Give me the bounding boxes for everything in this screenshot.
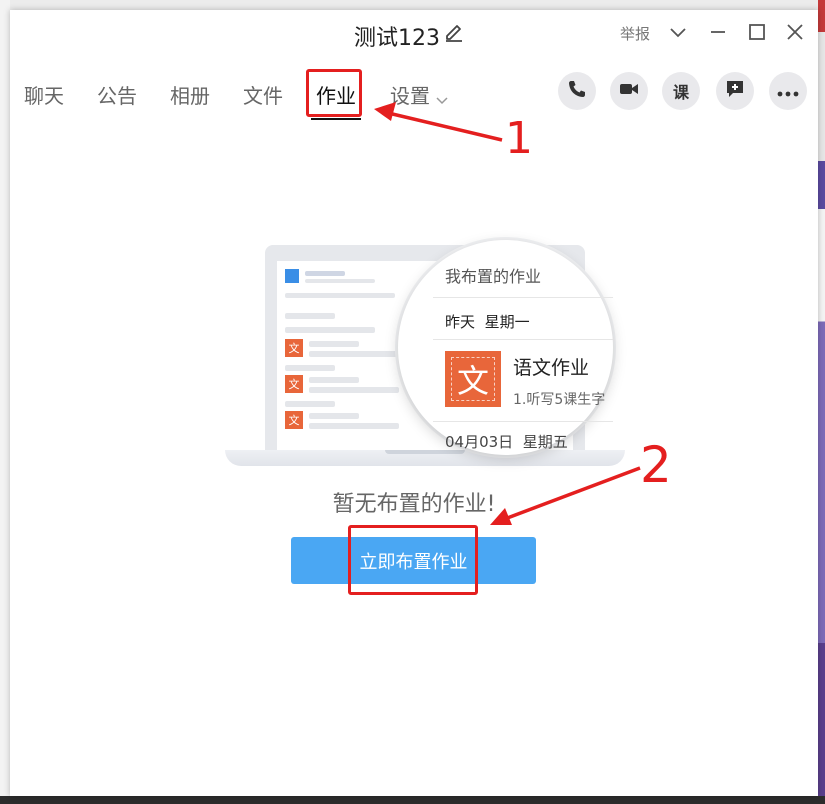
mini-line: [285, 401, 335, 407]
mini-line: [309, 351, 399, 357]
mini-line: [309, 341, 359, 347]
annotation-box-homework-tab: [306, 69, 362, 117]
homework-subject-icon: 文: [445, 351, 501, 407]
mini-homework-icon: 文: [285, 375, 303, 393]
video-call-button[interactable]: [610, 72, 648, 110]
date-label: 昨天: [445, 313, 476, 331]
call-button[interactable]: [558, 72, 596, 110]
tab-chat[interactable]: 聊天: [24, 80, 64, 109]
title-bar: 测试123 举报: [10, 10, 818, 54]
divider: [433, 339, 613, 340]
mini-homework-icon: 文: [285, 411, 303, 429]
add-comment-button[interactable]: [716, 72, 754, 110]
taskbar: [0, 796, 825, 804]
active-tab-indicator: [311, 118, 361, 120]
divider: [433, 297, 613, 298]
mini-homework-icon: 文: [285, 339, 303, 357]
empty-state-message: 暂无布置的作业!: [332, 492, 496, 517]
second-date-label: 04月03日: [445, 433, 514, 451]
desktop-background-left: [0, 0, 10, 804]
weekday-label: 星期一: [484, 313, 530, 331]
mini-line: [309, 423, 399, 429]
mini-line: [309, 387, 399, 393]
divider: [433, 421, 613, 422]
desktop-background-right: [818, 0, 825, 804]
report-link[interactable]: 举报: [620, 23, 650, 44]
tab-album[interactable]: 相册: [170, 80, 210, 109]
course-icon: 课: [672, 83, 689, 102]
subject-char: 文: [451, 357, 495, 401]
add-comment-icon: [724, 78, 746, 104]
homework-subject-title: 语文作业: [513, 357, 590, 379]
annotation-box-assign-button: [348, 525, 478, 595]
mini-line: [285, 313, 335, 319]
second-weekday-label: 星期五: [522, 433, 568, 451]
group-window: 测试123 举报 聊天 公告 相册 文件 作业 设置 课 文 文 文 我布置的作…: [10, 10, 818, 796]
edit-icon[interactable]: [443, 22, 465, 44]
mini-line: [285, 293, 395, 298]
desktop-background-top: [10, 0, 818, 10]
window-title: 测试123: [354, 26, 440, 51]
mini-line: [285, 365, 335, 371]
mini-line: [309, 413, 359, 419]
mini-line: [305, 279, 375, 283]
chevron-down-icon: [436, 86, 448, 110]
tab-settings[interactable]: 设置: [390, 80, 448, 110]
homework-description: 1.听写5课生字: [513, 392, 606, 408]
tab-settings-label: 设置: [390, 84, 430, 108]
phone-icon: [567, 79, 587, 103]
minimize-icon[interactable]: [706, 20, 730, 44]
magnified-panel-title: 我布置的作业: [445, 267, 542, 286]
mini-line: [285, 327, 375, 333]
more-icon: [777, 82, 799, 101]
close-icon[interactable]: [783, 20, 807, 44]
mini-avatar: [285, 269, 299, 283]
magnified-date: 昨天 星期一: [445, 311, 530, 332]
tab-files[interactable]: 文件: [243, 80, 283, 109]
tab-announcement[interactable]: 公告: [97, 80, 137, 109]
course-button[interactable]: 课: [662, 72, 700, 110]
mini-line: [309, 377, 359, 383]
more-button[interactable]: [769, 72, 807, 110]
magnified-second-date: 04月03日 星期五: [445, 431, 568, 452]
maximize-icon[interactable]: [745, 20, 769, 44]
video-icon: [618, 79, 640, 103]
mini-line: [305, 271, 345, 276]
chevron-down-icon[interactable]: [666, 20, 690, 44]
empty-state-illustration: 文 文 文 我布置的作业 昨天 星期一 文 语文作业 1.听写5课生字 04月0…: [215, 235, 625, 475]
